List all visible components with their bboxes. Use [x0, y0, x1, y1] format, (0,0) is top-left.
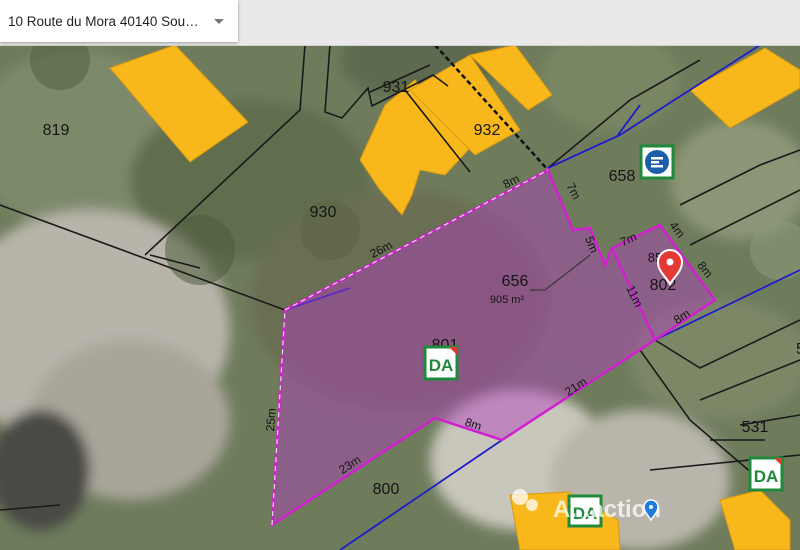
address-search-dropdown[interactable]: 10 Route du Mora 40140 Soust... [0, 0, 238, 42]
top-toolbar: 10 Route du Mora 40140 Soust... [0, 0, 800, 46]
svg-text:DA: DA [429, 356, 454, 375]
parcel-label: 931 [383, 79, 410, 96]
dimension-label: 25m [263, 408, 279, 432]
chevron-down-icon[interactable] [214, 19, 224, 24]
parcel-label: 5 [796, 341, 800, 358]
parcel-label: 531 [742, 419, 769, 436]
dpu-zone-icon[interactable]: DA [423, 345, 459, 381]
parcel-label: 658 [609, 168, 636, 185]
area-label: 905 m² [490, 294, 525, 306]
parcel-label: 656 [502, 273, 529, 290]
svg-text:DA: DA [754, 467, 779, 486]
address-text: 10 Route du Mora 40140 Soust... [8, 13, 204, 29]
parcel-label: 800 [373, 481, 400, 498]
parcel-label: 819 [43, 122, 70, 139]
cadastral-map[interactable]: 819 931 932 658 930 656 85 802 801 800 5… [0, 0, 800, 550]
parcel-label: 932 [474, 122, 501, 139]
dpu-zone-icon[interactable]: DA [748, 456, 784, 492]
parcel-label: 930 [310, 204, 337, 221]
commerce-zone-icon[interactable] [639, 144, 675, 180]
